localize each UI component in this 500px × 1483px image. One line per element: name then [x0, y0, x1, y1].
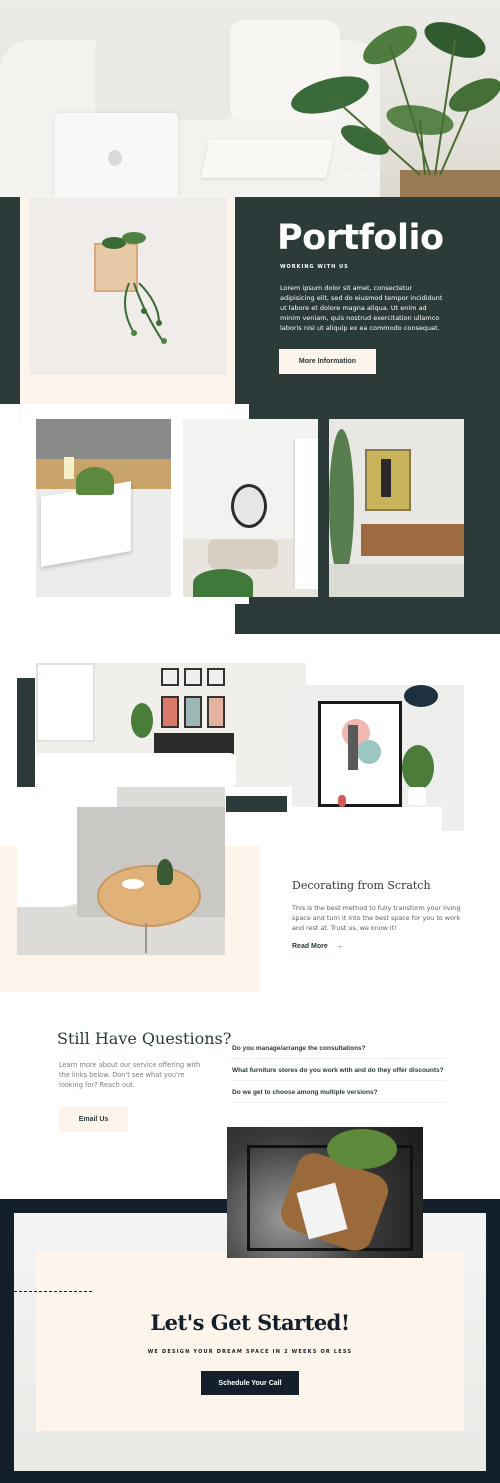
faq-question-1[interactable]: Do you manage/arrange the consultations?	[232, 1035, 447, 1059]
more-information-button[interactable]: More Information	[279, 349, 376, 374]
hero-caption: BEDROOM	[345, 173, 382, 179]
email-us-button[interactable]: Email Us	[59, 1107, 128, 1132]
cta-title: Let's Get Started!	[150, 1310, 350, 1335]
portfolio-subtitle: WORKING WITH US	[280, 264, 349, 270]
plant-illustration	[291, 22, 500, 197]
apple-logo-icon	[108, 150, 122, 166]
pillow-illustration	[95, 35, 235, 120]
read-more-link[interactable]: Read More →	[292, 943, 343, 950]
dashed-divider	[14, 1291, 92, 1292]
arrow-right-icon: →	[335, 943, 343, 950]
cta-subtitle: WE DESIGN YOUR DREAM SPACE IN 2 WEEKS OR…	[147, 1349, 353, 1355]
faq-question-text[interactable]: Do you manage/arrange the consultations?	[232, 1045, 366, 1052]
portfolio-left-dark-panel	[0, 197, 20, 404]
decorating-body: This is the best method to fully transfo…	[292, 904, 461, 932]
living-room-photo	[36, 419, 171, 597]
faq-body: Learn more about our service offering wi…	[59, 1061, 201, 1089]
schedule-call-button[interactable]: Schedule Your Call	[201, 1371, 299, 1395]
mirror-room-photo	[183, 419, 318, 597]
portfolio-title: Portfolio	[277, 218, 444, 258]
framed-art-photo	[292, 685, 464, 831]
bedroom-photo-accent	[226, 796, 287, 812]
wall-planter-photo	[29, 198, 227, 375]
decorating-dark-bar	[17, 678, 35, 787]
coffee-table-photo	[17, 787, 225, 955]
cta-cream-card	[36, 1251, 464, 1431]
faq-question-text[interactable]: Do we get to choose among multiple versi…	[232, 1089, 378, 1096]
console-table-photo	[329, 419, 464, 597]
faq-question-2[interactable]: What furniture stores do you work with a…	[232, 1057, 447, 1081]
portfolio-body: Lorem ipsum dolor sit amet, consectetur …	[280, 284, 443, 332]
faq-question-text[interactable]: What furniture stores do you work with a…	[232, 1067, 444, 1074]
hero-banner: BEDROOM	[0, 0, 500, 197]
bedroom-photo	[36, 663, 306, 787]
decorating-title: Decorating from Scratch	[292, 879, 431, 892]
faq-question-3[interactable]: Do we get to choose among multiple versi…	[232, 1079, 447, 1103]
read-more-label[interactable]: Read More	[292, 943, 328, 950]
glass-table-photo	[227, 1127, 423, 1258]
faq-title: Still Have Questions?	[57, 1029, 232, 1048]
